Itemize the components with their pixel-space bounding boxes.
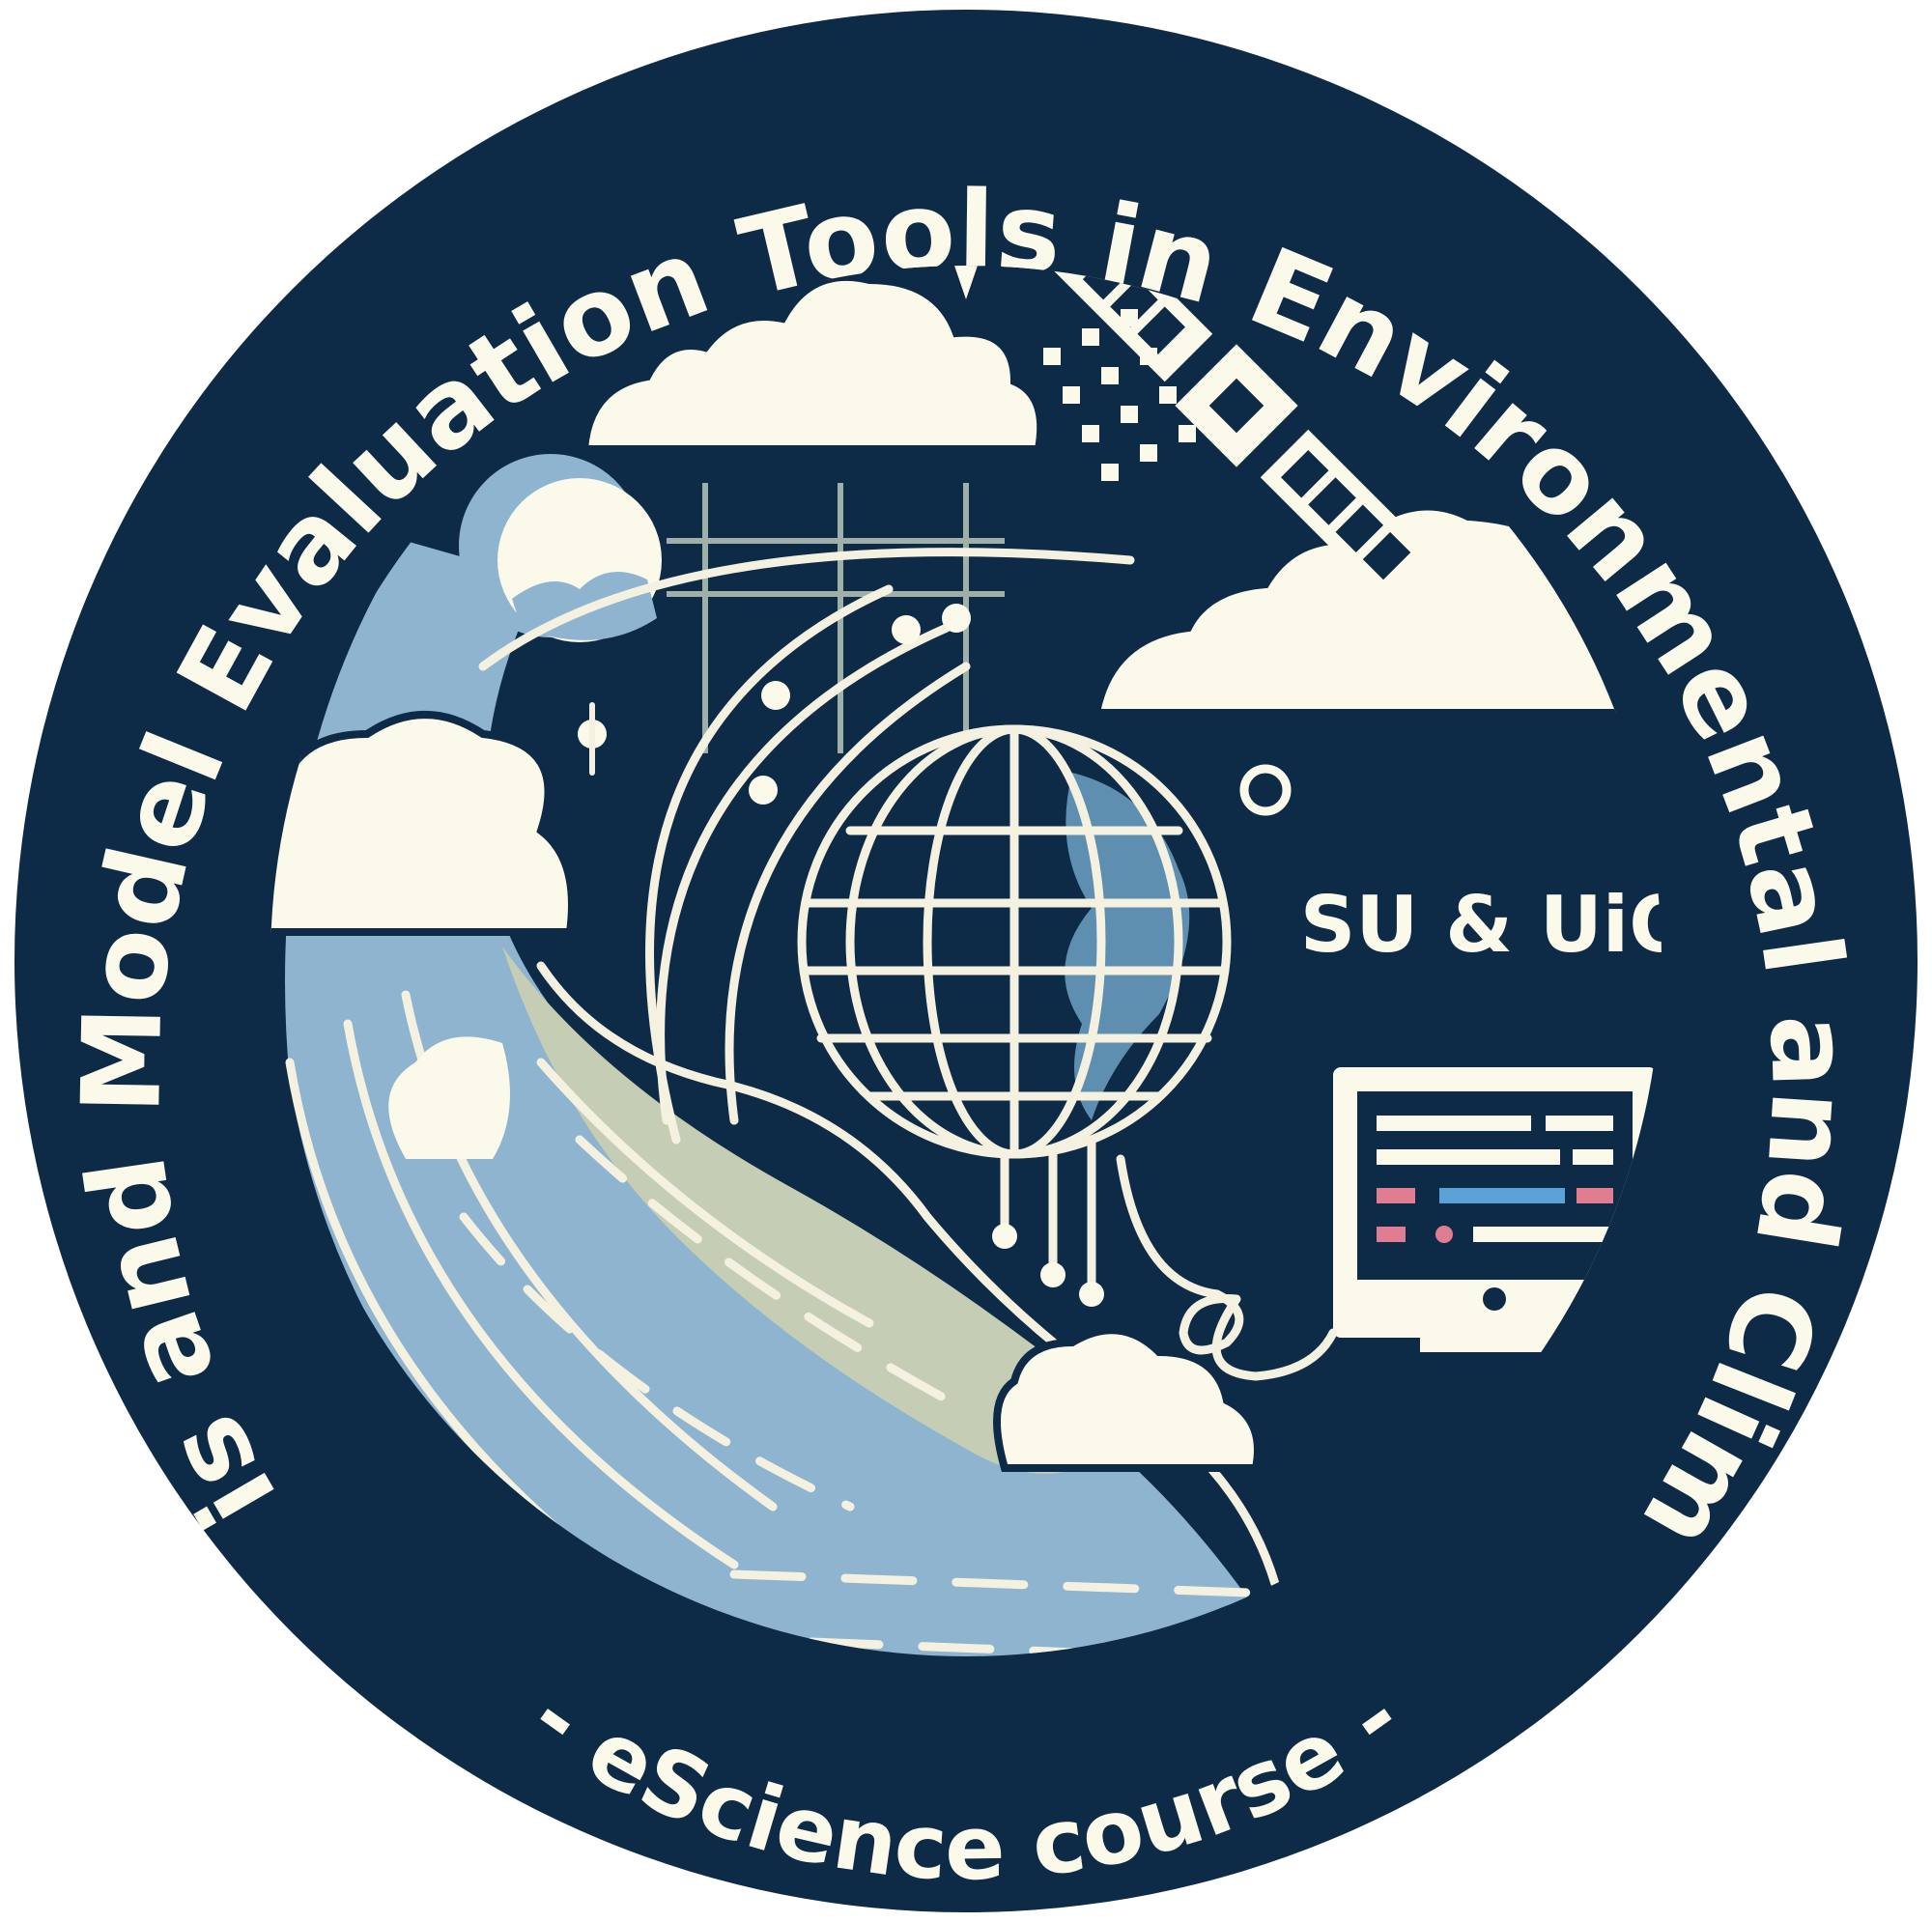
- badge-logo: Data Analysis and Model Evaluation Tools…: [0, 0, 1918, 1912]
- affiliation-label: SU & UiO: [1300, 880, 1694, 970]
